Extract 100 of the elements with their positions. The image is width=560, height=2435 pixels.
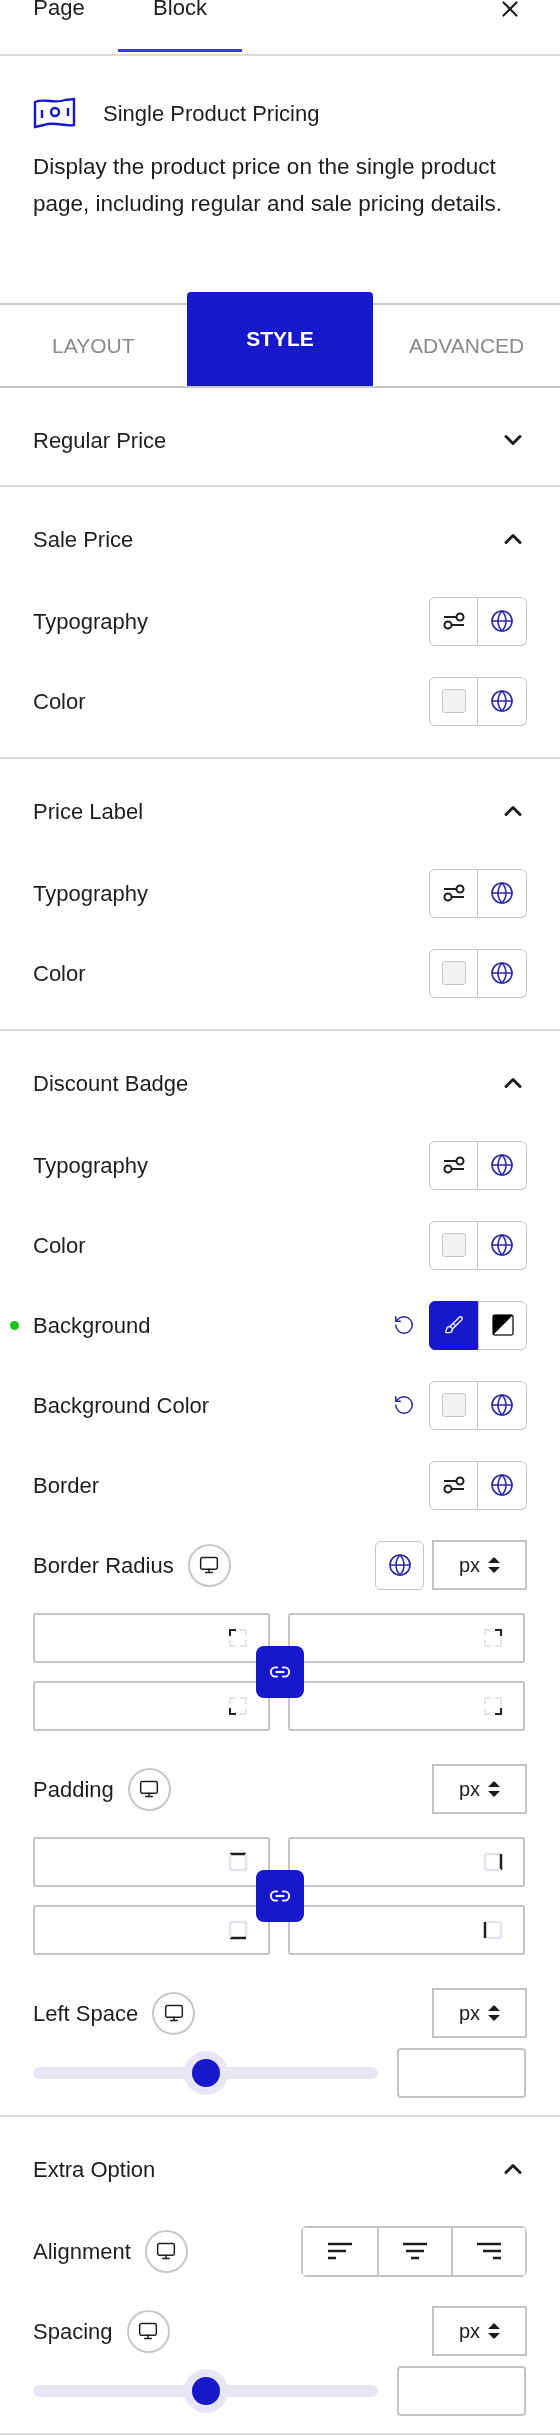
- globe-icon: [490, 689, 514, 713]
- responsive-button[interactable]: [152, 1991, 196, 2035]
- side-padding-icon: [228, 1852, 248, 1872]
- contrast-icon: [491, 1314, 514, 1336]
- sliders-icon: [441, 883, 466, 903]
- color-swatch: [441, 1233, 466, 1257]
- globe-icon: [490, 609, 514, 633]
- color-swatch-button[interactable]: [429, 1220, 478, 1270]
- alignment-option[interactable]: [451, 2227, 525, 2275]
- typography-settings-button[interactable]: [429, 868, 478, 918]
- control-label: Color: [33, 959, 86, 988]
- control-label: Color: [33, 687, 86, 716]
- side-padding-icon: [483, 1920, 503, 1940]
- sort-icon: [488, 1557, 501, 1573]
- section-header[interactable]: Discount Badge: [33, 1059, 527, 1107]
- color-swatch-button[interactable]: [429, 948, 478, 998]
- monitor-icon: [138, 2321, 158, 2341]
- global-style-button[interactable]: [478, 1220, 527, 1270]
- control-label: Border Radius: [33, 1551, 174, 1580]
- monitor-icon: [199, 1555, 220, 1575]
- control-label: Padding: [33, 1775, 114, 1804]
- section-header[interactable]: Price Label: [33, 787, 527, 835]
- align-right-icon: [476, 2241, 502, 2261]
- typography-settings-button[interactable]: [429, 1140, 478, 1190]
- reset-icon[interactable]: [393, 1394, 415, 1416]
- sort-icon: [488, 2005, 501, 2021]
- globe-icon: [490, 1233, 514, 1257]
- typography-settings-button[interactable]: [429, 596, 478, 646]
- reset-icon[interactable]: [393, 1314, 415, 1336]
- classic-background-button[interactable]: [429, 1300, 478, 1350]
- globe-icon: [490, 961, 514, 985]
- dimension-input[interactable]: [33, 1905, 270, 1955]
- responsive-button[interactable]: [127, 1767, 171, 1811]
- corner-radius-icon: [228, 1696, 248, 1716]
- responsive-button[interactable]: [187, 1543, 231, 1587]
- value-input[interactable]: [397, 2366, 526, 2416]
- dimension-input[interactable]: [33, 1613, 270, 1663]
- control-label: Color: [33, 1231, 86, 1260]
- section-header[interactable]: Extra Option: [33, 2145, 527, 2193]
- dimension-input[interactable]: [33, 1681, 270, 1731]
- unit-select[interactable]: px: [432, 1988, 527, 2038]
- global-style-button[interactable]: [478, 596, 527, 646]
- control-label: Background: [33, 1311, 151, 1340]
- unit-select[interactable]: px: [432, 2306, 527, 2356]
- align-center-icon: [402, 2241, 428, 2261]
- section-header[interactable]: Sale Price: [33, 515, 527, 563]
- gradient-background-button[interactable]: [478, 1300, 527, 1350]
- link-values-button[interactable]: [256, 1646, 304, 1698]
- control-label: Typography: [33, 879, 148, 908]
- color-swatch-button[interactable]: [429, 1380, 478, 1430]
- sliders-icon: [441, 611, 466, 631]
- value-input[interactable]: [397, 2048, 526, 2098]
- control-label: Typography: [33, 607, 148, 636]
- control-label: Typography: [33, 1151, 148, 1180]
- control-label: Spacing: [33, 2317, 113, 2346]
- color-swatch: [441, 689, 466, 713]
- side-padding-icon: [228, 1920, 248, 1940]
- control-label: Border: [33, 1471, 100, 1500]
- global-style-button[interactable]: [478, 868, 527, 918]
- global-style-button[interactable]: [478, 948, 527, 998]
- banknote-icon: [33, 96, 77, 130]
- sort-icon: [488, 1781, 501, 1797]
- globe-icon: [490, 1393, 514, 1417]
- control-label: Left Space: [33, 1999, 139, 2028]
- color-swatch: [441, 961, 466, 985]
- global-style-button[interactable]: [478, 1140, 527, 1190]
- settings-tab[interactable]: STYLE: [186, 292, 374, 386]
- panel-tab[interactable]: Page: [0, 0, 118, 52]
- corner-radius-icon: [483, 1628, 503, 1648]
- brush-icon: [443, 1315, 464, 1335]
- section-header[interactable]: Regular Price: [33, 416, 527, 464]
- color-swatch: [441, 1393, 466, 1417]
- dimension-input[interactable]: [33, 1837, 270, 1887]
- globe-icon: [387, 1553, 412, 1577]
- global-style-button[interactable]: [478, 1380, 527, 1430]
- unit-select[interactable]: px: [432, 1764, 527, 1814]
- globe-icon: [490, 1473, 514, 1497]
- global-style-button[interactable]: [375, 1540, 424, 1590]
- control-label: Background Color: [33, 1391, 210, 1420]
- unit-select[interactable]: px: [432, 1540, 527, 1590]
- dimension-input[interactable]: [288, 1837, 525, 1887]
- typography-settings-button[interactable]: [429, 1460, 478, 1510]
- dimension-input[interactable]: [288, 1681, 525, 1731]
- control-label: Alignment: [33, 2237, 131, 2266]
- color-swatch-button[interactable]: [429, 676, 478, 726]
- global-style-button[interactable]: [478, 676, 527, 726]
- monitor-icon: [139, 1779, 160, 1799]
- dimension-input[interactable]: [288, 1613, 525, 1663]
- responsive-button[interactable]: [144, 2229, 188, 2273]
- global-style-button[interactable]: [478, 1460, 527, 1510]
- sort-icon: [488, 2323, 501, 2339]
- sliders-icon: [441, 1475, 466, 1495]
- globe-icon: [490, 881, 514, 905]
- corner-radius-icon: [228, 1628, 248, 1648]
- corner-radius-icon: [483, 1696, 503, 1716]
- link-values-button[interactable]: [256, 1870, 304, 1922]
- dimension-input[interactable]: [288, 1905, 525, 1955]
- responsive-button[interactable]: [126, 2309, 170, 2353]
- sliders-icon: [441, 1155, 466, 1175]
- side-padding-icon: [483, 1852, 503, 1872]
